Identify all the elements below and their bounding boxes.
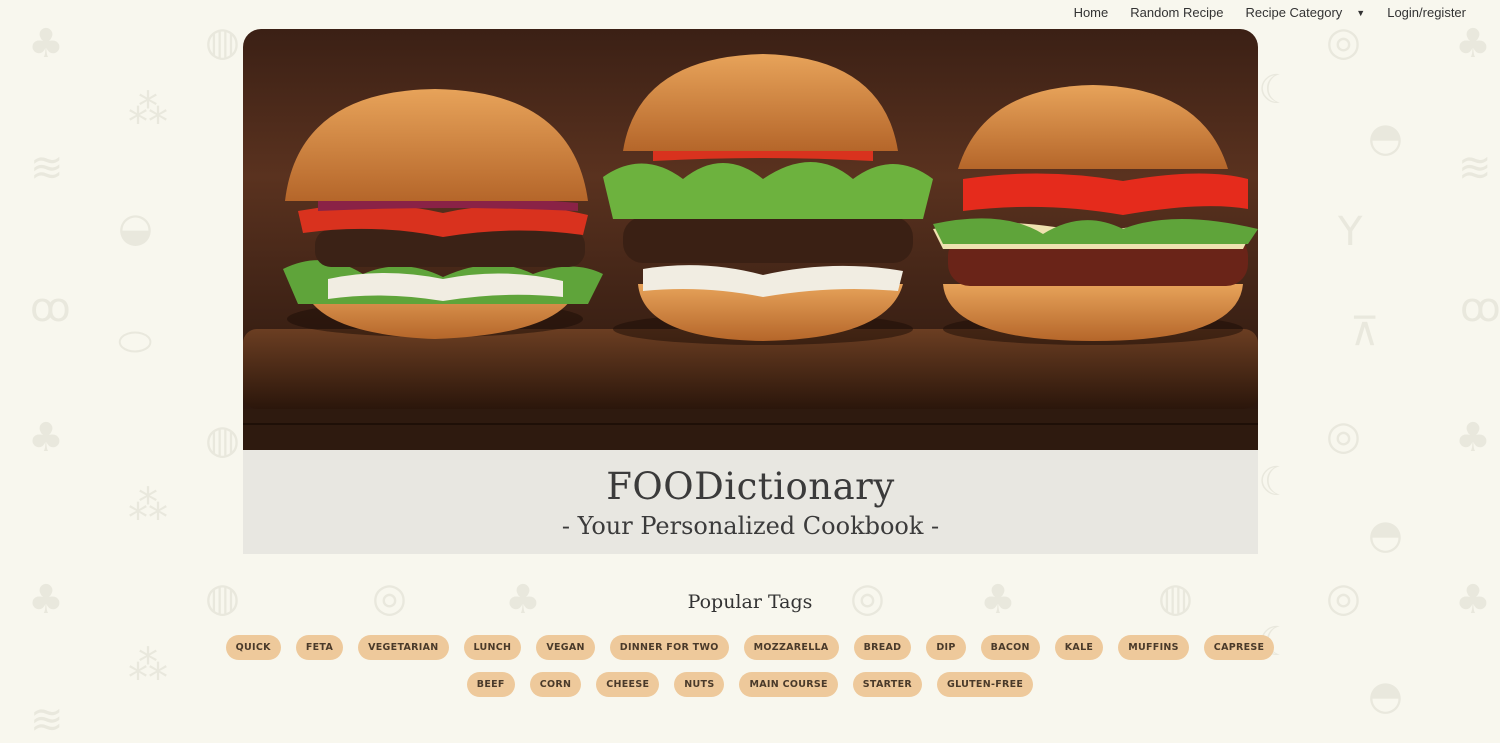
pineapple-icon: ♣ bbox=[28, 415, 64, 461]
donut-icon: ◎ bbox=[1326, 19, 1361, 65]
nav-home-link[interactable]: Home bbox=[1074, 5, 1109, 20]
banana-icon: ☾ bbox=[1258, 459, 1294, 505]
grill-icon: ⊼ bbox=[1350, 309, 1380, 355]
watermelon-icon: ◍ bbox=[205, 417, 240, 463]
popular-tags-heading: Popular Tags bbox=[687, 591, 813, 613]
nav-recipe-category-label: Recipe Category bbox=[1245, 4, 1343, 20]
hero-image bbox=[243, 29, 1258, 450]
tag-cheese[interactable]: CHEESE bbox=[596, 672, 660, 697]
tag-beef[interactable]: BEEF bbox=[466, 672, 515, 697]
nav-recipe-category-dropdown[interactable]: Recipe Category ▼ bbox=[1245, 5, 1365, 20]
cherries-icon: ꝏ bbox=[30, 285, 71, 331]
steak-icon: ◓ bbox=[1368, 512, 1403, 558]
steak-icon: ◓ bbox=[1368, 115, 1403, 161]
tag-kale[interactable]: KALE bbox=[1054, 635, 1104, 660]
nav-random-recipe-link[interactable]: Random Recipe bbox=[1130, 5, 1223, 20]
tag-bacon[interactable]: BACON bbox=[980, 635, 1040, 660]
caret-down-icon: ▼ bbox=[1356, 8, 1366, 19]
tag-row-1: QUICK FETA VEGETARIAN LUNCH VEGAN DINNER… bbox=[0, 635, 1500, 660]
burger-right bbox=[933, 85, 1258, 345]
tag-corn[interactable]: CORN bbox=[529, 672, 582, 697]
site-title: FOODictionary bbox=[606, 465, 895, 508]
pineapple-icon: ♣ bbox=[1455, 415, 1491, 461]
banana-icon: ☾ bbox=[1258, 67, 1294, 113]
tag-row-2: BEEF CORN CHEESE NUTS MAIN COURSE STARTE… bbox=[0, 672, 1500, 697]
tag-nuts[interactable]: NUTS bbox=[674, 672, 725, 697]
tag-feta[interactable]: FETA bbox=[295, 635, 344, 660]
tag-dinner-for-two[interactable]: DINNER FOR TWO bbox=[609, 635, 729, 660]
celery-icon: ≋ bbox=[1458, 145, 1492, 191]
burgers-illustration bbox=[243, 54, 1258, 450]
celery-icon: ≋ bbox=[30, 145, 64, 191]
burger-left bbox=[283, 89, 603, 339]
celery-icon: ≋ bbox=[30, 697, 64, 743]
burger-middle bbox=[603, 54, 933, 345]
cocktail-icon: Y bbox=[1338, 209, 1363, 255]
tag-bread[interactable]: BREAD bbox=[853, 635, 912, 660]
nav-login-register-link[interactable]: Login/register bbox=[1387, 5, 1466, 20]
tag-starter[interactable]: STARTER bbox=[852, 672, 922, 697]
tag-caprese[interactable]: CAPRESE bbox=[1203, 635, 1275, 660]
title-banner: FOODictionary - Your Personalized Cookbo… bbox=[243, 450, 1258, 554]
tag-vegan[interactable]: VEGAN bbox=[536, 635, 595, 660]
tag-quick[interactable]: QUICK bbox=[225, 635, 281, 660]
tag-mozzarella[interactable]: MOZZARELLA bbox=[743, 635, 839, 660]
grapes-icon: ⁂ bbox=[128, 483, 168, 529]
pineapple-icon: ♣ bbox=[28, 21, 64, 67]
site-subtitle: - Your Personalized Cookbook - bbox=[561, 512, 940, 540]
pineapple-icon: ♣ bbox=[1455, 21, 1491, 67]
tag-main-course[interactable]: MAIN COURSE bbox=[739, 672, 838, 697]
watermelon-icon: ◍ bbox=[205, 19, 240, 65]
chicken-icon: ◒ bbox=[118, 205, 153, 251]
cherries-icon: ꝏ bbox=[1460, 285, 1500, 331]
tag-muffins[interactable]: MUFFINS bbox=[1118, 635, 1189, 660]
grapes-icon: ⁂ bbox=[128, 87, 168, 133]
bread-icon: ⬭ bbox=[118, 319, 153, 365]
top-navbar: Home Random Recipe Recipe Category ▼ Logi… bbox=[1052, 0, 1500, 24]
tag-vegetarian[interactable]: VEGETARIAN bbox=[358, 635, 449, 660]
tag-lunch[interactable]: LUNCH bbox=[463, 635, 522, 660]
tag-gluten-free[interactable]: GLUTEN-FREE bbox=[937, 672, 1034, 697]
tag-dip[interactable]: DIP bbox=[926, 635, 966, 660]
donut-icon: ◎ bbox=[1326, 413, 1361, 459]
